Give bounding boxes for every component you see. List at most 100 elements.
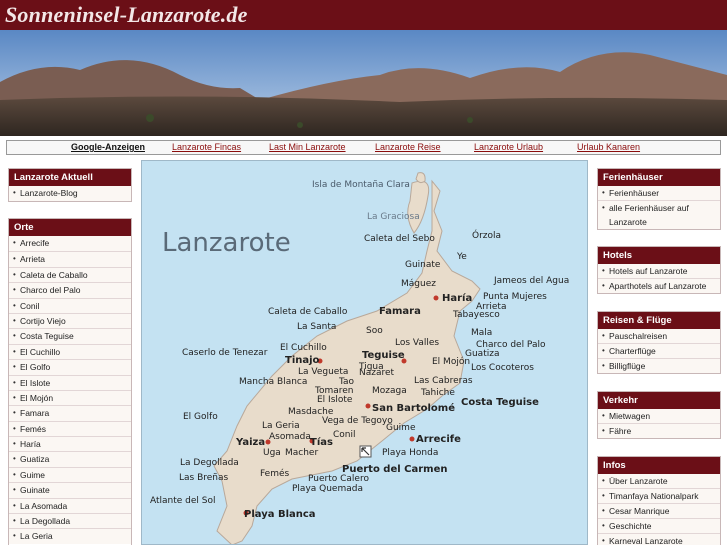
map-place-label: Punta Mujeres — [483, 292, 547, 302]
map-place-label: Los Cocoteros — [471, 363, 534, 373]
ad-link-urlaub-kanaren[interactable]: Urlaub Kanaren — [577, 142, 640, 152]
map-town-label: Tías — [310, 436, 333, 448]
map-place-label: Femés — [260, 468, 290, 479]
nav-item-ort[interactable]: Haría — [9, 436, 131, 452]
nav-item-charterfluege[interactable]: Charterflüge — [598, 343, 720, 358]
box-verkehr: Verkehr Mietwagen Fähre — [597, 391, 721, 439]
site-title[interactable]: Sonneninsel-Lanzarote.de — [5, 2, 248, 28]
nav-item-billigfluege[interactable]: Billigflüge — [598, 358, 720, 373]
map-town-label: Arrecife — [416, 434, 461, 445]
map-place-label: Mozaga — [372, 386, 407, 396]
map-place-label: Guatiza — [465, 349, 499, 359]
map-place-label: La Santa — [297, 322, 336, 332]
map-town-label: Costa Teguise — [461, 397, 539, 408]
nav-item-ort[interactable]: La Asomada — [9, 497, 131, 514]
nav-item-faehre[interactable]: Fähre — [598, 423, 720, 438]
nav-item-ferienhaeuser[interactable]: Ferienhäuser — [598, 186, 720, 200]
map-title: Lanzarote — [162, 228, 291, 258]
nav-item-pauschalreisen[interactable]: Pauschalreisen — [598, 329, 720, 343]
map-island-label: Isla de Montaña Clara — [312, 180, 410, 190]
nav-item-ort[interactable]: Guime — [9, 466, 131, 483]
map-town-label: Teguise — [362, 350, 405, 361]
nav-item-ort[interactable]: Costa Teguise — [9, 328, 131, 344]
nav-item-ort[interactable]: El Cuchillo — [9, 343, 131, 360]
nav-item-ort[interactable]: El Islote — [9, 374, 131, 390]
nav-item-ort[interactable]: La Degollada — [9, 513, 131, 529]
nav-item-hotels[interactable]: Hotels auf Lanzarote — [598, 264, 720, 278]
nav-item-ort[interactable]: Guinate — [9, 482, 131, 498]
lanzarote-map[interactable]: Lanzarote Isla de Montaña Clara La Graci… — [141, 160, 588, 545]
nav-item-ort[interactable]: Arrieta — [9, 251, 131, 267]
map-place-label: Tahiche — [420, 388, 455, 398]
box-reisen-fluege: Reisen & Flüge Pauschalreisen Charterflü… — [597, 311, 721, 374]
map-place-label: La Degollada — [180, 458, 239, 468]
nav-item-ort[interactable]: El Golfo — [9, 359, 131, 375]
airport-icon — [359, 445, 372, 458]
map-town-label: Famara — [379, 306, 421, 317]
nav-item-geschichte[interactable]: Geschichte — [598, 518, 720, 533]
map-place-label: Playa Quemada — [292, 484, 363, 494]
map-place-label: Máguez — [401, 279, 436, 289]
map-place-label: Asomada — [269, 432, 311, 442]
map-place-label: Caserlo de Tenezar — [182, 348, 268, 358]
nav-item-ort[interactable]: Conil — [9, 297, 131, 313]
map-place-label: Caleta de Caballo — [268, 307, 348, 317]
box-title: Infos — [598, 457, 720, 474]
nav-item-ort[interactable]: Femés — [9, 420, 131, 437]
ad-link-last-min-lanzarote[interactable]: Last Min Lanzarote — [269, 142, 346, 152]
box-orte: Orte Arrecife Arrieta Caleta de Caballo … — [8, 218, 132, 545]
nav-item-karneval[interactable]: Karneval Lanzarote — [598, 533, 720, 545]
nav-item-cesar-manrique[interactable]: Cesar Manrique — [598, 503, 720, 518]
map-place-label: El Cuchillo — [280, 343, 327, 353]
nav-item-ort[interactable]: La Geria — [9, 528, 131, 544]
map-place-label: Ye — [456, 252, 467, 262]
box-title: Reisen & Flüge — [598, 312, 720, 329]
nav-item-timanfaya[interactable]: Timanfaya Nationalpark — [598, 488, 720, 503]
map-town-label: Tinajo — [285, 355, 320, 366]
map-place-label: Playa Honda — [382, 448, 438, 458]
map-place-label: Las Cabreras — [414, 376, 473, 386]
nav-item-ueber-lanzarote[interactable]: Über Lanzarote — [598, 474, 720, 488]
map-town-label: San Bartolomé — [372, 402, 455, 414]
box-ferienhaeuser: Ferienhäuser Ferienhäuser alle Ferienhäu… — [597, 168, 721, 230]
ad-link-lanzarote-reise[interactable]: Lanzarote Reise — [375, 142, 441, 152]
map-place-label: Guinate — [405, 260, 441, 270]
nav-item-ort[interactable]: Arrecife — [9, 236, 131, 251]
box-title: Ferienhäuser — [598, 169, 720, 186]
map-place-label: Vega de Tegoyo — [322, 416, 393, 426]
google-ads-bar: Google-Anzeigen Lanzarote Fincas Last Mi… — [6, 140, 721, 155]
map-island-label: La Graciosa — [367, 212, 420, 222]
nav-item-ort[interactable]: El Mojón — [9, 389, 131, 406]
ad-link-lanzarote-urlaub[interactable]: Lanzarote Urlaub — [474, 142, 543, 152]
map-place-label: La Geria — [262, 421, 300, 431]
box-title: Orte — [9, 219, 131, 236]
google-ads-title[interactable]: Google-Anzeigen — [71, 142, 145, 152]
map-place-label: Puerto Calero — [308, 474, 369, 484]
nav-item-ort[interactable]: Caleta de Caballo — [9, 266, 131, 283]
nav-item-mietwagen[interactable]: Mietwagen — [598, 409, 720, 423]
box-hotels: Hotels Hotels auf Lanzarote Aparthotels … — [597, 246, 721, 294]
ad-link-lanzarote-fincas[interactable]: Lanzarote Fincas — [172, 142, 241, 152]
banner-image — [0, 30, 727, 136]
map-place-label: El Golfo — [183, 412, 218, 422]
map-place-label: Conil — [333, 430, 356, 440]
map-place-label: Mala — [471, 328, 492, 338]
nav-item-ort[interactable]: Cortijo Viejo — [9, 312, 131, 329]
nav-item-alle-ferienhaeuser[interactable]: alle Ferienhäuser auf Lanzarote — [598, 200, 720, 229]
nav-item-ort[interactable]: Famara — [9, 405, 131, 421]
map-place-label: Jameos del Agua — [493, 276, 569, 286]
map-town-label: Yaiza — [235, 437, 265, 448]
map-place-label: Macher — [285, 448, 318, 458]
map-place-label: Caleta del Sebo — [364, 234, 435, 244]
nav-item-ort[interactable]: Guatiza — [9, 451, 131, 467]
map-place-label: Guime — [386, 423, 416, 433]
nav-item-aparthotels[interactable]: Aparthotels auf Lanzarote — [598, 278, 720, 293]
box-title: Lanzarote Aktuell — [9, 169, 131, 186]
nav-item-lanzarote-blog[interactable]: Lanzarote-Blog — [9, 186, 131, 201]
map-place-label: Los Valles — [395, 338, 439, 348]
nav-item-ort[interactable]: Charco del Palo — [9, 282, 131, 298]
box-title: Hotels — [598, 247, 720, 264]
map-place-label: Mancha Blanca — [239, 377, 307, 387]
box-infos: Infos Über Lanzarote Timanfaya Nationalp… — [597, 456, 721, 545]
map-place-label: Nazaret — [359, 368, 395, 378]
